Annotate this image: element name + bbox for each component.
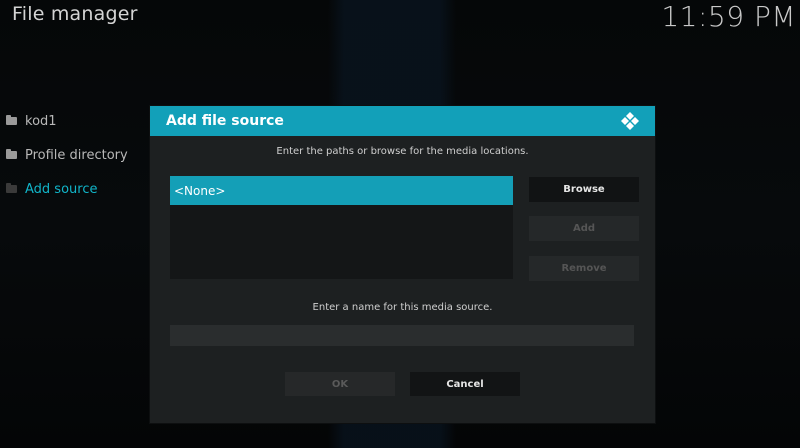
source-item-label: Profile directory	[25, 147, 128, 163]
browse-button[interactable]: Browse	[529, 177, 639, 202]
clock: 11:59 PM	[661, 0, 796, 33]
sources-list: kod1 Profile directory Add source	[6, 104, 128, 206]
folder-icon	[6, 183, 17, 193]
kodi-logo-icon	[621, 112, 639, 130]
path-row-selected[interactable]: <None>	[170, 176, 513, 205]
source-item-add-source[interactable]: Add source	[6, 172, 128, 206]
source-item-profile-directory[interactable]: Profile directory	[6, 138, 128, 172]
add-button[interactable]: Add	[529, 216, 639, 241]
folder-icon	[6, 115, 17, 125]
paths-list[interactable]: <None>	[170, 176, 513, 279]
folder-icon	[6, 149, 17, 159]
ok-button[interactable]: OK	[285, 372, 395, 396]
source-item-label: Add source	[25, 181, 98, 197]
paths-instruction: Enter the paths or browse for the media …	[276, 146, 529, 157]
source-item-kod1[interactable]: kod1	[6, 104, 128, 138]
source-name-input[interactable]	[170, 325, 634, 346]
name-instruction: Enter a name for this media source.	[312, 302, 493, 313]
remove-button[interactable]: Remove	[529, 256, 639, 281]
dialog-header: Add file source	[150, 106, 655, 136]
cancel-button[interactable]: Cancel	[410, 372, 520, 396]
dialog-title: Add file source	[166, 113, 284, 129]
source-item-label: kod1	[25, 113, 57, 129]
add-file-source-dialog: Add file source Enter the paths or brows…	[150, 106, 655, 423]
window-title: File manager	[12, 3, 138, 25]
